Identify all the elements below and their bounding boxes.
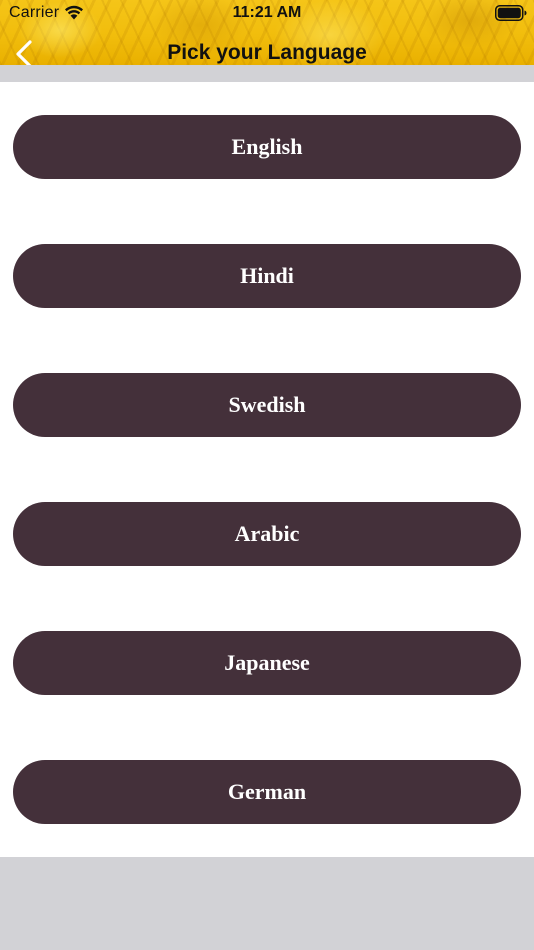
language-list: English Hindi Swedish Arabic Japanese Ge…: [0, 82, 534, 857]
language-button-arabic[interactable]: Arabic: [13, 502, 521, 566]
status-time: 11:21 AM: [232, 4, 302, 21]
language-button-hindi[interactable]: Hindi: [13, 244, 521, 308]
battery-icon: [495, 5, 527, 21]
navigation-header: Carrier 11:21 AM Pick your Language: [0, 0, 534, 65]
language-button-swedish[interactable]: Swedish: [13, 373, 521, 437]
language-button-german[interactable]: German: [13, 760, 521, 824]
page-title: Pick your Language: [167, 41, 367, 64]
language-button-japanese[interactable]: Japanese: [13, 631, 521, 695]
language-button-english[interactable]: English: [13, 115, 521, 179]
